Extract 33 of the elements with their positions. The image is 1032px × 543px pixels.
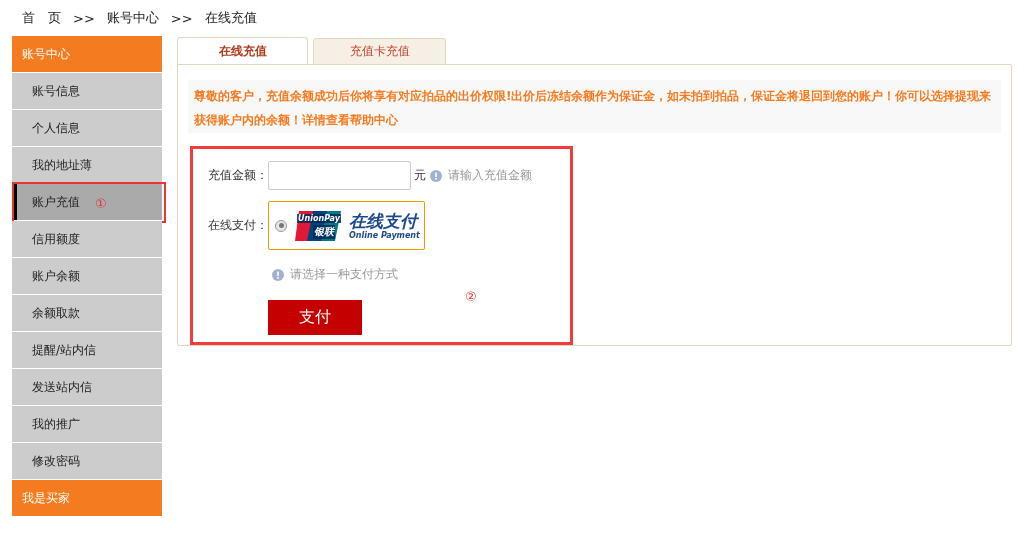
- pay-button[interactable]: 支付: [268, 300, 362, 335]
- sidebar-item[interactable]: 提醒/站内信: [12, 332, 162, 368]
- sidebar-item[interactable]: 账户余额: [12, 258, 162, 294]
- sidebar-item[interactable]: 账号信息: [12, 73, 162, 109]
- tab[interactable]: 在线充值: [177, 37, 308, 65]
- payment-title: 在线支付: [349, 211, 420, 231]
- radio-button[interactable]: [275, 219, 287, 232]
- info-icon: [272, 268, 284, 281]
- annotation-number: ②: [465, 290, 477, 303]
- amount-input[interactable]: [268, 161, 411, 190]
- sidebar-item[interactable]: 余额取款: [12, 295, 162, 331]
- sidebar-item[interactable]: 我的地址薄: [12, 147, 162, 183]
- sidebar-item[interactable]: 信用额度: [12, 221, 162, 257]
- info-icon: [430, 169, 442, 182]
- sidebar-item[interactable]: 我的推广: [12, 406, 162, 442]
- hint-text: 请输入充值金额: [448, 167, 532, 184]
- breadcrumb-link[interactable]: 首 页: [22, 9, 61, 27]
- breadcrumb-separator: >>: [170, 10, 193, 26]
- sidebar-item[interactable]: 修改密码: [12, 443, 162, 479]
- payment-subtitle: Online Payment: [349, 230, 420, 240]
- logo-text: UnionPay: [297, 213, 341, 223]
- payment-label: 在线支付：: [208, 217, 268, 234]
- sidebar-item[interactable]: 个人信息: [12, 110, 162, 146]
- amount-label: 充值金额：: [208, 167, 268, 184]
- breadcrumb-link[interactable]: 账号中心: [106, 9, 159, 27]
- unit-label: 元: [414, 167, 426, 184]
- hint-text: 请选择一种支付方式: [290, 266, 398, 283]
- breadcrumb-separator: >>: [73, 10, 95, 26]
- notice-text: 尊敬的客户，充值余额成功后你将享有对应拍品的出价权限!出价后冻结余额作为保证金，如未拍到拍品，保证金将退回到您的账户！你可以选择提现来获得账户内的余额！详情查看帮助中心: [188, 80, 1001, 133]
- sidebar-header: 账号中心: [12, 36, 162, 72]
- annotation-number: ①: [95, 197, 107, 210]
- sidebar-item[interactable]: 发送站内信: [12, 369, 162, 405]
- tab[interactable]: 充值卡充值: [313, 38, 446, 65]
